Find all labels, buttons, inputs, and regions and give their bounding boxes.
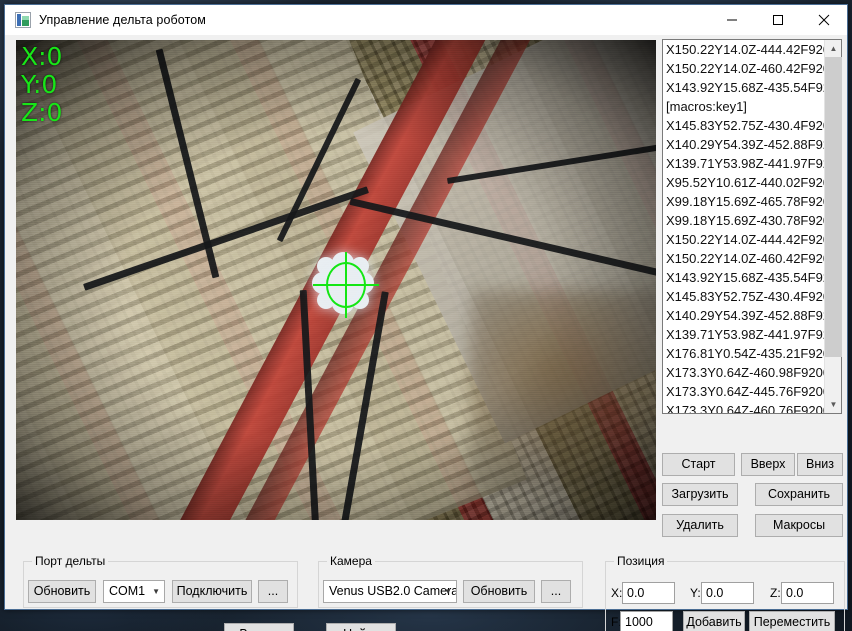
gcode-list-item[interactable]: X150.22Y14.0Z-444.42F9200: [663, 40, 824, 59]
gcode-list-item[interactable]: X176.81Y0.54Z-435.21F9200: [663, 344, 824, 363]
macros-button[interactable]: Макросы: [755, 514, 843, 537]
connect-button[interactable]: Подключить: [172, 580, 252, 603]
crosshair-icon: [313, 252, 379, 318]
position-group-label: Позиция: [614, 554, 668, 568]
coordinate-overlay: X:0 Y:0 Z:0: [21, 43, 62, 127]
add-point-button[interactable]: Добавить: [683, 611, 745, 631]
gcode-list-item[interactable]: X150.22Y14.0Z-460.42F9200: [663, 249, 824, 268]
gcode-list-item[interactable]: X173.3Y0.64Z-460.98F9200: [663, 363, 824, 382]
camera-preview[interactable]: X:0 Y:0 Z:0: [16, 40, 656, 520]
refresh-cameras-button[interactable]: Обновить: [463, 580, 535, 603]
load-button[interactable]: Загрузить: [662, 483, 738, 506]
scrollbar-thumb[interactable]: [825, 57, 842, 357]
delta-port-group-label: Порт дельты: [32, 554, 109, 568]
gcode-list-item[interactable]: X145.83Y52.75Z-430.4F9200: [663, 116, 824, 135]
gcode-list-item[interactable]: X150.22Y14.0Z-460.42F9200: [663, 59, 824, 78]
gcode-list-item[interactable]: X139.71Y53.98Z-441.97F9200: [663, 154, 824, 173]
maximize-icon[interactable]: [755, 5, 801, 35]
gcode-list[interactable]: X150.22Y14.0Z-444.42F9200 X150.22Y14.0Z-4…: [663, 40, 824, 413]
gcode-list-panel[interactable]: X150.22Y14.0Z-444.42F9200 X150.22Y14.0Z-4…: [662, 39, 842, 414]
gcode-list-item[interactable]: X95.52Y10.61Z-440.02F9200: [663, 173, 824, 192]
window-title: Управление дельта роботом: [39, 13, 207, 27]
gcode-list-item[interactable]: X173.3Y0.64Z-445.76F9200: [663, 382, 824, 401]
scroll-up-icon[interactable]: ▲: [825, 40, 842, 57]
gcode-list-item[interactable]: X140.29Y54.39Z-452.88F9200: [663, 306, 824, 325]
y-input[interactable]: 0.0: [701, 582, 754, 604]
gcode-list-item[interactable]: X150.22Y14.0Z-444.42F9200: [663, 230, 824, 249]
close-icon[interactable]: [801, 5, 847, 35]
com-port-select[interactable]: COM1 ▼: [103, 580, 165, 603]
chevron-down-icon: ▼: [152, 587, 160, 596]
window-controls: [709, 5, 847, 35]
z-label: Z:: [770, 586, 781, 600]
gcode-list-item[interactable]: X143.92Y15.68Z-435.54F9200: [663, 78, 824, 97]
application-window: Управление дельта роботом X:0 Y:0 Z:0 X1…: [4, 4, 848, 631]
hud-x: X:0: [21, 42, 63, 71]
hud-y: Y:0: [21, 70, 58, 99]
gcode-list-item[interactable]: X99.18Y15.69Z-465.78F9200: [663, 192, 824, 211]
camera-select[interactable]: Venus USB2.0 Camera ▼: [323, 580, 457, 603]
gcode-list-item[interactable]: X143.92Y15.68Z-435.54F9200: [663, 268, 824, 287]
gcode-list-item[interactable]: X99.18Y15.69Z-430.78F9200: [663, 211, 824, 230]
y-label: Y:: [690, 586, 701, 600]
find-button[interactable]: Найти: [326, 623, 396, 631]
gcode-list-item[interactable]: X145.83Y52.75Z-430.4F9200: [663, 287, 824, 306]
move-down-button[interactable]: Вниз: [797, 453, 843, 476]
gcode-list-item[interactable]: X139.71Y53.98Z-441.97F9200: [663, 325, 824, 344]
gcode-list-scrollbar[interactable]: ▲ ▼: [824, 40, 842, 413]
hud-z: Z:0: [21, 98, 63, 127]
x-label: X:: [611, 586, 623, 600]
go-to-zero-button[interactable]: В ноль: [224, 623, 294, 631]
camera-settings-button[interactable]: ...: [541, 580, 571, 603]
scroll-down-icon[interactable]: ▼: [825, 396, 842, 413]
chevron-down-icon: ▼: [444, 587, 452, 596]
delete-button[interactable]: Удалить: [662, 514, 738, 537]
x-input[interactable]: 0.0: [622, 582, 675, 604]
com-port-value: COM1: [109, 584, 146, 598]
camera-value: Venus USB2.0 Camera: [329, 584, 457, 598]
client-area: X:0 Y:0 Z:0 X150.22Y14.0Z-444.42F9200 X15…: [5, 35, 847, 631]
minimize-icon[interactable]: [709, 5, 755, 35]
gcode-list-item[interactable]: X140.29Y54.39Z-452.88F9200: [663, 135, 824, 154]
refresh-ports-button[interactable]: Обновить: [28, 580, 96, 603]
move-to-button[interactable]: Переместить: [749, 611, 835, 631]
picture-icon: [15, 12, 31, 28]
port-settings-button[interactable]: ...: [258, 580, 288, 603]
feedrate-input[interactable]: 1000: [620, 611, 673, 631]
z-input[interactable]: 0.0: [781, 582, 834, 604]
gcode-list-item[interactable]: [macros:key1]: [663, 97, 824, 116]
title-bar: Управление дельта роботом: [5, 5, 847, 35]
move-up-button[interactable]: Вверх: [741, 453, 795, 476]
save-button[interactable]: Сохранить: [755, 483, 843, 506]
gcode-list-item[interactable]: X173.3Y0.64Z-460.76F9200: [663, 401, 824, 413]
camera-group-label: Камера: [327, 554, 375, 568]
start-button[interactable]: Старт: [662, 453, 735, 476]
